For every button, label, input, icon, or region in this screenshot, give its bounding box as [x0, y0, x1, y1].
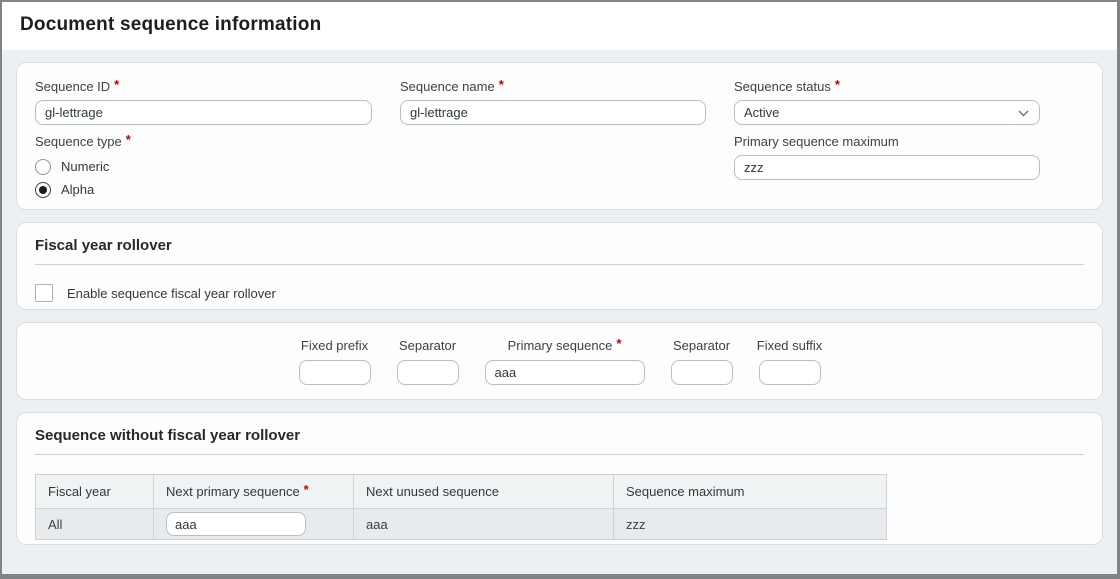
separator-2-input[interactable] — [671, 360, 733, 385]
cell-next-unused-sequence: aaa — [354, 509, 614, 540]
primary-sequence-field: Primary sequence* — [485, 338, 645, 385]
sequence-format-panel: Fixed prefix Separator Primary sequence*… — [16, 322, 1103, 400]
column-header-next-primary-sequence: Next primary sequence* — [154, 475, 354, 509]
fixed-suffix-input[interactable] — [759, 360, 821, 385]
separator-1-label: Separator — [399, 338, 456, 354]
sequence-without-rollover-heading: Sequence without fiscal year rollover — [35, 427, 1084, 455]
separator-1-input[interactable] — [397, 360, 459, 385]
sequence-id-label: Sequence ID* — [35, 79, 372, 95]
cell-next-primary-sequence — [154, 509, 354, 540]
sequence-id-input[interactable] — [35, 100, 372, 125]
table-header-row: Fiscal year Next primary sequence* Next … — [36, 475, 887, 509]
required-asterisk: * — [616, 336, 621, 351]
sequence-type-option-numeric[interactable]: Numeric — [35, 155, 372, 178]
separator-2-label: Separator — [673, 338, 730, 354]
radio-label-alpha: Alpha — [61, 182, 94, 197]
separator-1-field: Separator — [397, 338, 459, 385]
primary-sequence-maximum-input[interactable] — [734, 155, 1040, 180]
sequence-type-option-alpha[interactable]: Alpha — [35, 178, 372, 201]
required-asterisk: * — [304, 482, 309, 497]
enable-rollover-row[interactable]: Enable sequence fiscal year rollover — [35, 284, 1084, 302]
required-asterisk: * — [835, 77, 840, 92]
page-title: Document sequence information — [20, 14, 1099, 36]
sequence-table: Fiscal year Next primary sequence* Next … — [35, 474, 887, 540]
primary-sequence-maximum-label: Primary sequence maximum — [734, 134, 1040, 150]
column-header-next-unused-sequence: Next unused sequence — [354, 475, 614, 509]
required-asterisk: * — [114, 77, 119, 92]
required-asterisk: * — [126, 132, 131, 147]
enable-rollover-checkbox[interactable] — [35, 284, 53, 302]
sequence-status-label: Sequence status* — [734, 79, 1040, 95]
sequence-name-label: Sequence name* — [400, 79, 706, 95]
cell-sequence-maximum: zzz — [614, 509, 887, 540]
page-content: Sequence ID* Sequence name* Sequence sta… — [2, 50, 1117, 574]
sequence-id-field: Sequence ID* — [35, 79, 372, 125]
fiscal-year-rollover-heading: Fiscal year rollover — [35, 237, 1084, 265]
sequence-type-field: Sequence type* Numeric Alpha — [35, 134, 372, 201]
sequence-status-value: Active — [744, 105, 779, 120]
cell-fiscal-year: All — [36, 509, 154, 540]
fixed-suffix-label: Fixed suffix — [757, 338, 823, 354]
primary-sequence-input[interactable] — [485, 360, 645, 385]
radio-unselected-icon[interactable] — [35, 159, 51, 175]
column-header-sequence-maximum: Sequence maximum — [614, 475, 887, 509]
next-primary-sequence-input[interactable] — [166, 512, 306, 536]
column-header-fiscal-year: Fiscal year — [36, 475, 154, 509]
fixed-prefix-input[interactable] — [299, 360, 371, 385]
table-row: All aaa zzz — [36, 509, 887, 540]
enable-rollover-label: Enable sequence fiscal year rollover — [67, 286, 276, 301]
sequence-status-select[interactable]: Active — [734, 100, 1040, 125]
radio-label-numeric: Numeric — [61, 159, 109, 174]
primary-sequence-label: Primary sequence* — [508, 338, 622, 354]
page-header: Document sequence information — [2, 2, 1117, 50]
fiscal-year-rollover-panel: Fiscal year rollover Enable sequence fis… — [16, 222, 1103, 310]
grid-spacer — [400, 134, 706, 201]
separator-2-field: Separator — [671, 338, 733, 385]
sequence-info-panel: Sequence ID* Sequence name* Sequence sta… — [16, 62, 1103, 210]
sequence-name-input[interactable] — [400, 100, 706, 125]
primary-sequence-maximum-field: Primary sequence maximum — [734, 134, 1040, 201]
sequence-name-field: Sequence name* — [400, 79, 706, 125]
sequence-type-label: Sequence type* — [35, 134, 372, 150]
chevron-down-icon — [1018, 110, 1029, 117]
fixed-prefix-label: Fixed prefix — [301, 338, 368, 354]
required-asterisk: * — [499, 77, 504, 92]
fixed-suffix-field: Fixed suffix — [759, 338, 821, 385]
app-window: Document sequence information Sequence I… — [0, 0, 1120, 579]
sequence-status-field: Sequence status* Active — [734, 79, 1040, 125]
fixed-prefix-field: Fixed prefix — [299, 338, 371, 385]
radio-selected-icon[interactable] — [35, 182, 51, 198]
sequence-without-rollover-panel: Sequence without fiscal year rollover Fi… — [16, 412, 1103, 545]
